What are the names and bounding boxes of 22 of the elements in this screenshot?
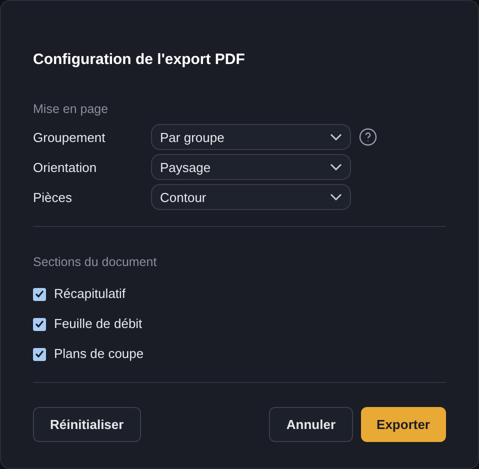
checkbox-label: Feuille de débit — [54, 315, 142, 334]
help-icon[interactable] — [359, 128, 377, 146]
checkbox-label: Récapitulatif — [54, 285, 126, 304]
field-label: Groupement — [33, 128, 106, 147]
chevron-down-icon — [330, 133, 342, 142]
chevron-down-icon — [330, 163, 342, 172]
field-label: Pièces — [33, 188, 74, 206]
checkbox[interactable] — [33, 318, 46, 330]
section-heading: Mise en page — [33, 100, 110, 118]
dropdown[interactable]: Contour — [151, 184, 351, 210]
checkbox[interactable] — [33, 288, 46, 300]
dialog-button[interactable]: Réinitialiser — [33, 407, 141, 442]
checkbox-label: Plans de coupe — [54, 345, 144, 364]
dialog-button[interactable]: Annuler — [269, 407, 353, 442]
checkbox[interactable] — [33, 348, 46, 360]
chevron-down-icon — [330, 193, 342, 202]
export-button[interactable]: Exporter — [360, 407, 446, 442]
section-heading: Sections du document — [33, 254, 158, 272]
field-label: Orientation — [33, 158, 98, 176]
dropdown[interactable]: Paysage — [151, 154, 351, 180]
dropdown[interactable]: Par groupe — [151, 124, 351, 150]
dialog-title: Configuration de l'export PDF — [33, 50, 246, 70]
